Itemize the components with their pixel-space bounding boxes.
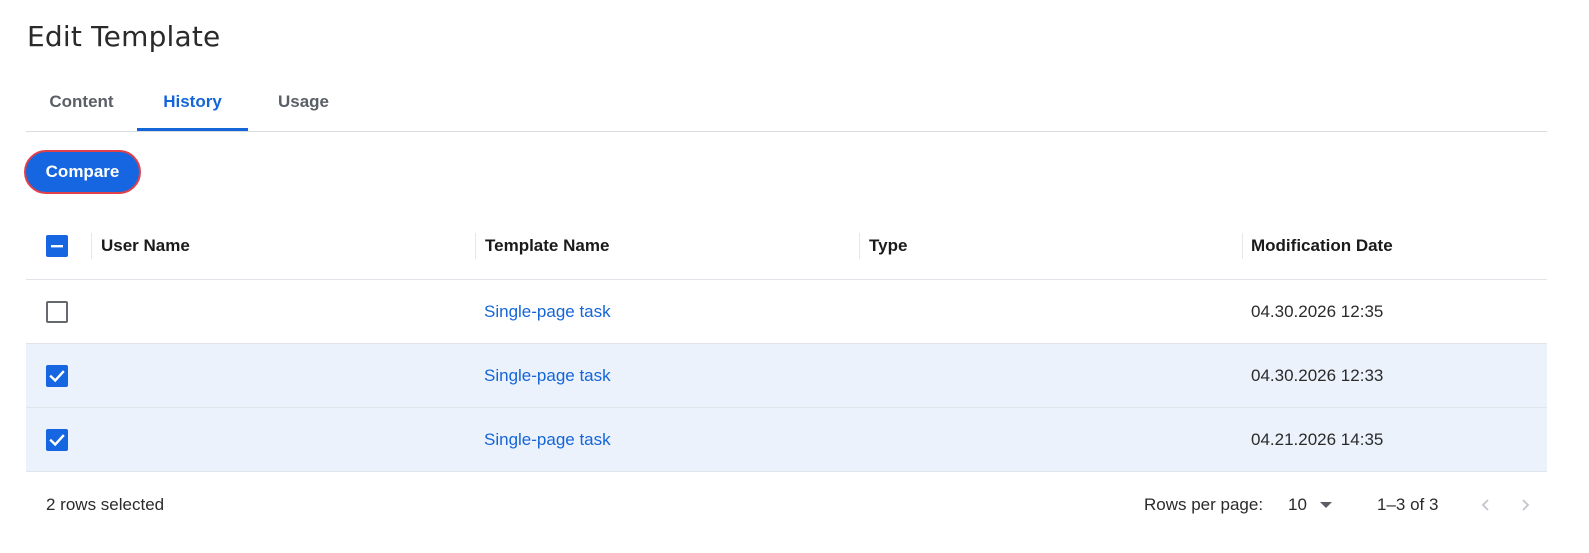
selection-count: 2 rows selected [46, 495, 165, 514]
table-row[interactable]: Single-page task 04.30.2026 12:35 [26, 280, 1547, 344]
table-header-row: User Name Template Name Type Modificatio… [26, 213, 1547, 280]
rows-per-page-select[interactable]: 10 [1288, 473, 1332, 537]
previous-page-button[interactable] [1476, 495, 1496, 515]
column-separator[interactable] [1242, 233, 1243, 259]
rows-per-page-value: 10 [1288, 495, 1307, 514]
table-row[interactable]: Single-page task 04.21.2026 14:35 [26, 408, 1547, 472]
column-separator [91, 233, 92, 259]
chevron-left-icon [1481, 499, 1489, 511]
active-tab-indicator [137, 128, 248, 131]
cell-template-name-link[interactable]: Single-page task [484, 344, 611, 408]
tab-usage[interactable]: Usage [248, 72, 359, 131]
select-all-checkbox[interactable] [46, 235, 68, 257]
row-checkbox[interactable] [46, 429, 68, 451]
tab-bar: Content History Usage [26, 72, 1547, 132]
table-footer: 2 rows selected Rows per page: 10 1–3 of… [26, 473, 1547, 537]
column-header-template-name[interactable]: Template Name [485, 213, 609, 279]
caret-down-icon [1319, 502, 1332, 508]
tab-history[interactable]: History [137, 72, 248, 131]
chevron-right-icon [1522, 499, 1530, 511]
history-table: User Name Template Name Type Modificatio… [26, 213, 1547, 472]
column-header-type[interactable]: Type [869, 213, 907, 279]
page-title: Edit Template [27, 20, 221, 53]
compare-button-label: Compare [45, 162, 120, 181]
check-icon [49, 370, 65, 383]
row-checkbox[interactable] [46, 365, 68, 387]
minus-checkbox-icon [51, 245, 63, 248]
cell-modification-date: 04.30.2026 12:33 [1251, 366, 1384, 385]
pagination-range: 1–3 of 3 [1377, 495, 1439, 514]
rows-per-page-label: Rows per page: [1144, 495, 1264, 514]
column-header-modification-date[interactable]: Modification Date [1251, 213, 1393, 279]
compare-button[interactable]: Compare [24, 150, 141, 194]
row-checkbox[interactable] [46, 301, 68, 323]
column-separator[interactable] [475, 233, 476, 259]
check-icon [49, 434, 65, 447]
cell-template-name-link[interactable]: Single-page task [484, 280, 611, 344]
cell-template-name-link[interactable]: Single-page task [484, 408, 611, 472]
cell-modification-date: 04.21.2026 14:35 [1251, 430, 1384, 449]
cell-modification-date: 04.30.2026 12:35 [1251, 302, 1384, 321]
table-row[interactable]: Single-page task 04.30.2026 12:33 [26, 344, 1547, 408]
next-page-button[interactable] [1515, 495, 1535, 515]
column-header-user-name[interactable]: User Name [101, 213, 190, 279]
tab-content[interactable]: Content [26, 72, 137, 131]
column-separator[interactable] [859, 233, 860, 259]
